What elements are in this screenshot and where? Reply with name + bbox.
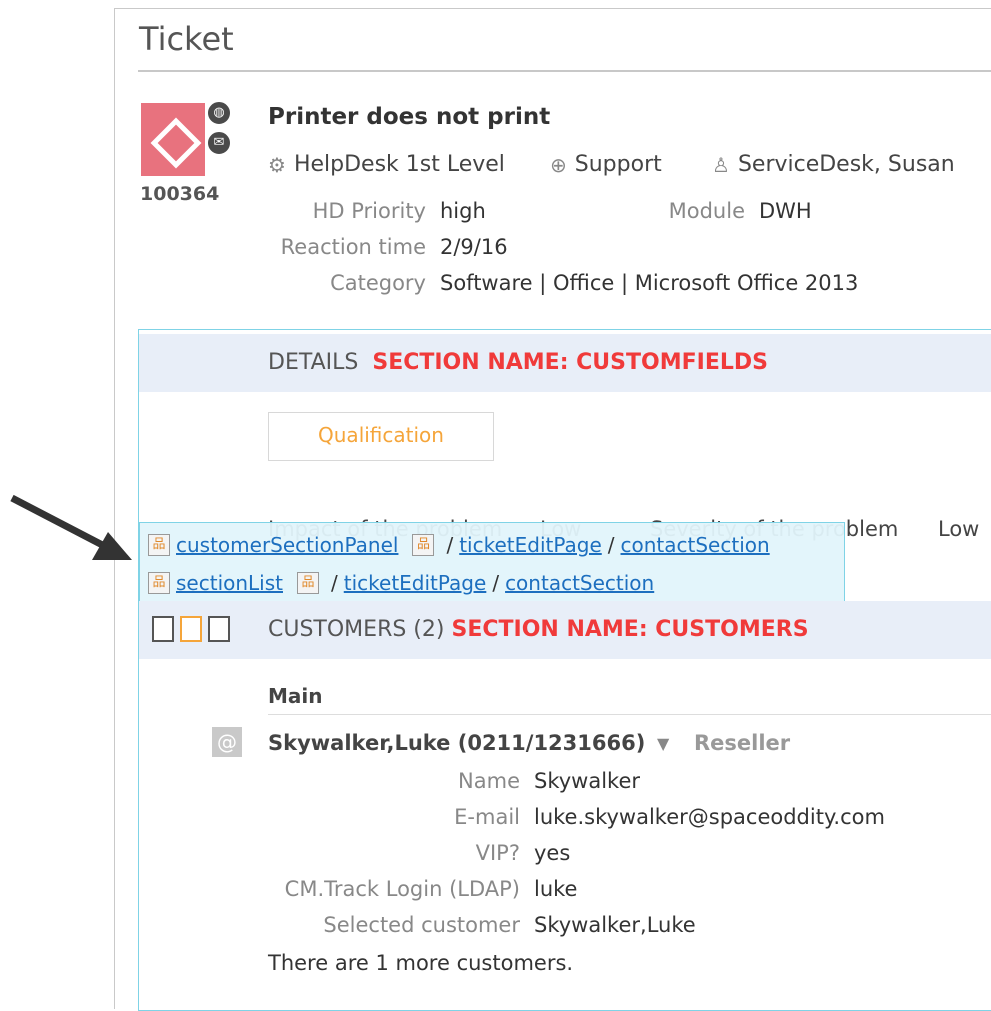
service-label: Support bbox=[574, 152, 662, 177]
group-main-label: Main bbox=[268, 684, 323, 708]
customer-field-name: Name Skywalker bbox=[458, 769, 641, 793]
component-inspector-overlay: 品 customerSectionPanel 品 / ticketEditPag… bbox=[139, 522, 845, 602]
field-hd-priority: HD Priority high bbox=[312, 199, 486, 223]
customer-field-email: E-mail luke.skywalker@spaceoddity.com bbox=[454, 805, 885, 829]
view-toggle-group bbox=[152, 616, 230, 642]
view-summary-icon[interactable] bbox=[180, 616, 202, 642]
group-divider bbox=[268, 714, 991, 715]
hierarchy-icon: 品 bbox=[297, 572, 319, 594]
gear-icon: ⚙ bbox=[268, 152, 286, 177]
inspector-row-1: 品 customerSectionPanel 品 / ticketEditPag… bbox=[148, 533, 770, 557]
page-title: Ticket bbox=[139, 20, 234, 58]
view-compact-icon[interactable] bbox=[152, 616, 174, 642]
field-module: Module DWH bbox=[668, 199, 812, 223]
crosshair-icon: ⊕ bbox=[550, 152, 567, 177]
user-icon: ♙ bbox=[712, 152, 730, 177]
ticket-number: 100364 bbox=[140, 183, 220, 205]
at-sign-icon: @ bbox=[212, 727, 242, 757]
diamond-icon bbox=[150, 117, 202, 169]
title-divider bbox=[138, 70, 991, 72]
more-customers-text: There are 1 more customers. bbox=[268, 951, 574, 975]
sections-panel bbox=[138, 329, 991, 1011]
team-info: ⚙ HelpDesk 1st Level bbox=[268, 152, 505, 177]
link-ticket-edit-page[interactable]: ticketEditPage bbox=[344, 571, 487, 595]
hierarchy-icon: 品 bbox=[148, 534, 170, 556]
link-contact-section[interactable]: contactSection bbox=[505, 571, 654, 595]
team-label: HelpDesk 1st Level bbox=[293, 152, 505, 177]
link-section-list[interactable]: sectionList bbox=[176, 571, 283, 595]
qualification-tab[interactable]: Qualification bbox=[268, 412, 494, 461]
mail-icon: ✉ bbox=[206, 130, 232, 156]
customer-field-login: CM.Track Login (LDAP) luke bbox=[284, 877, 578, 901]
customer-field-selected: Selected customer Skywalker,Luke bbox=[323, 913, 696, 937]
severity-value: Low bbox=[938, 517, 980, 541]
inspector-row-2: 品 sectionList 品 / ticketEditPage / conta… bbox=[148, 571, 654, 595]
link-ticket-edit-page[interactable]: ticketEditPage bbox=[459, 533, 602, 557]
hierarchy-icon: 品 bbox=[148, 572, 170, 594]
view-detail-icon[interactable] bbox=[208, 616, 230, 642]
chevron-down-icon[interactable]: ▼ bbox=[657, 734, 669, 753]
link-customer-section-panel[interactable]: customerSectionPanel bbox=[176, 533, 398, 557]
ticket-logo bbox=[141, 103, 205, 176]
customer-field-vip: VIP? yes bbox=[475, 841, 571, 865]
assignee-label: ServiceDesk, Susan bbox=[737, 152, 955, 177]
customers-section-name: SECTION NAME: CUSTOMERS bbox=[451, 617, 809, 642]
assignee-info: ♙ ServiceDesk, Susan bbox=[712, 152, 955, 177]
customers-section-title: CUSTOMERS (2) SECTION NAME: CUSTOMERS bbox=[268, 617, 809, 642]
hierarchy-icon: 品 bbox=[412, 534, 435, 556]
globe-icon: ◍ bbox=[206, 100, 232, 126]
service-info: ⊕ Support bbox=[550, 152, 662, 177]
field-reaction-time: Reaction time 2/9/16 bbox=[280, 235, 508, 259]
details-section-title: DETAILS SECTION NAME: CUSTOMFIELDS bbox=[268, 350, 768, 375]
details-section-name: SECTION NAME: CUSTOMFIELDS bbox=[372, 350, 768, 375]
field-category: Category Software | Office | Microsoft Of… bbox=[330, 271, 859, 295]
customer-name[interactable]: Skywalker,Luke (0211/1231666) bbox=[268, 731, 645, 755]
link-contact-section[interactable]: contactSection bbox=[621, 533, 770, 557]
customer-role: Reseller bbox=[694, 731, 791, 755]
pointer-arrow-icon bbox=[10, 494, 132, 560]
ticket-title: Printer does not print bbox=[268, 104, 551, 130]
